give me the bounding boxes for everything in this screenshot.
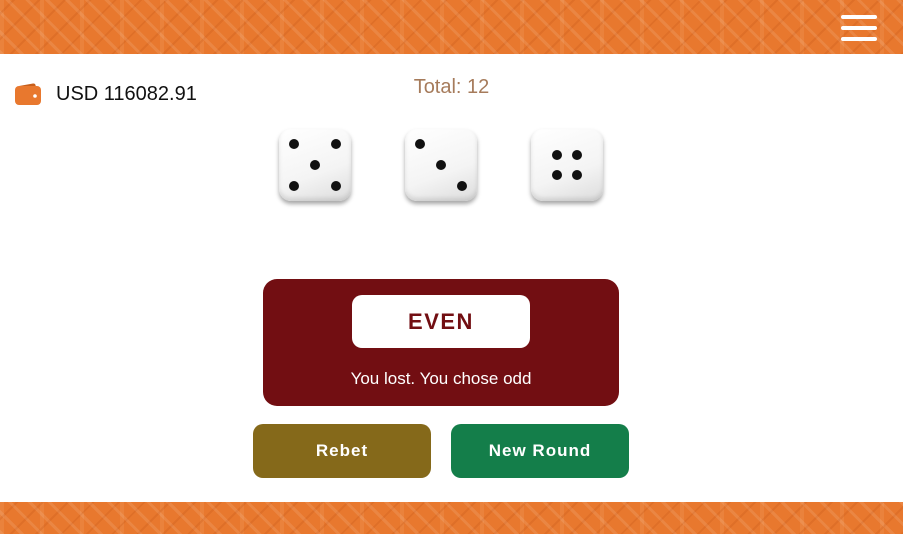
die-3: [531, 129, 603, 201]
die-pip: [552, 150, 562, 160]
die-pip: [457, 181, 467, 191]
result-message: You lost. You chose odd: [350, 369, 532, 388]
result-outcome: EVEN: [352, 295, 530, 348]
dice-total: Total: 12: [413, 76, 490, 98]
die-pip: [331, 181, 341, 191]
die-pip: [289, 181, 299, 191]
die-pip: [572, 170, 582, 180]
die-1: [279, 129, 351, 201]
die-pip: [415, 139, 425, 149]
die-pip: [331, 139, 341, 149]
die-2: [405, 129, 477, 201]
new-round-button[interactable]: New Round: [451, 424, 629, 478]
die-pip: [552, 170, 562, 180]
rebet-button[interactable]: Rebet: [253, 424, 431, 478]
die-pip: [572, 150, 582, 160]
die-pip: [289, 139, 299, 149]
top-banner: [0, 0, 903, 54]
hamburger-menu-icon[interactable]: [841, 15, 877, 41]
game-screen: USD 116082.91 Total: 12 EVEN You lost. Y…: [0, 0, 903, 534]
die-pip: [310, 160, 320, 170]
result-panel: EVEN You lost. You chose odd: [263, 279, 619, 406]
bottom-banner: [0, 502, 903, 534]
die-pip: [436, 160, 446, 170]
